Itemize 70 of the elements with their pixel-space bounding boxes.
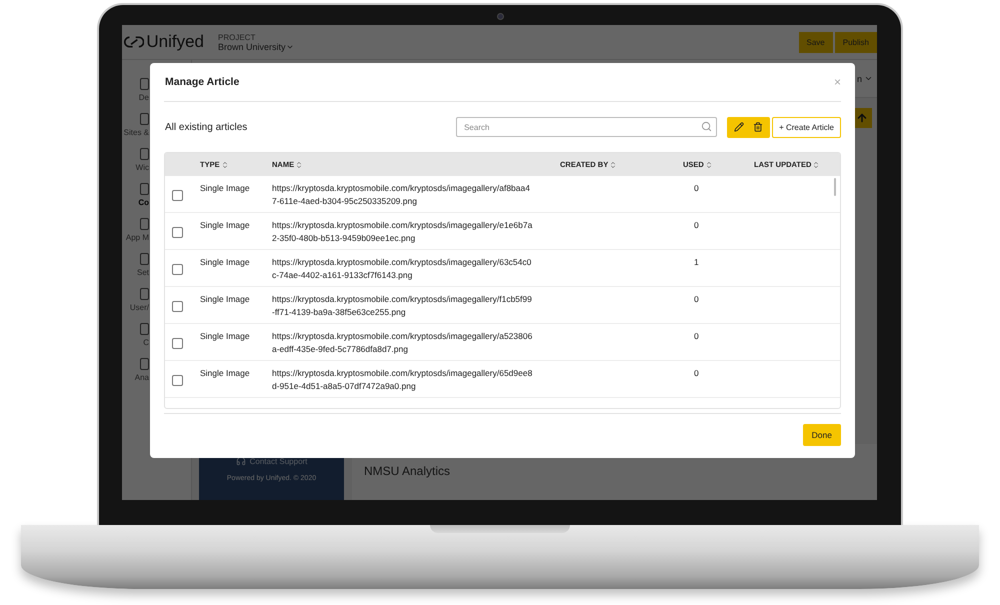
row-checkbox[interactable]	[172, 338, 183, 349]
used-cell-text: 0	[693, 293, 700, 306]
sort-icon	[609, 160, 618, 168]
search-icon	[701, 121, 712, 132]
name-cell-text: https://kryptosda.kryptosmobile.com/kryptosds/imagegallery/af8baa47-611e-4aed-b304-95c250335209.png	[272, 182, 531, 208]
nav-icon	[140, 218, 149, 230]
headset-icon	[236, 456, 246, 466]
sidebar-item[interactable]: Set	[136, 268, 149, 277]
dialog-title: Manage Article	[165, 76, 240, 88]
nav-icon	[140, 323, 149, 335]
logo-icon	[124, 34, 144, 50]
publish-button[interactable]: Publish	[834, 32, 877, 52]
caret-icon	[864, 74, 873, 83]
search-field[interactable]: Search	[456, 117, 718, 137]
trash-icon	[753, 122, 764, 132]
nav-icon	[140, 253, 149, 265]
used-cell-text: 0	[693, 219, 700, 232]
sidebar-item[interactable]: Sites &	[124, 128, 149, 137]
pencil-icon	[734, 122, 744, 132]
type-cell-text: Single Image	[200, 219, 251, 232]
used-cell-text: 0	[693, 182, 700, 195]
save-button[interactable]: Save	[798, 32, 833, 52]
type-cell-text: Single Image	[200, 182, 251, 195]
row-checkbox[interactable]	[172, 301, 183, 312]
logo-text: Unifyed	[146, 32, 204, 52]
done-button[interactable]: Done	[802, 424, 841, 446]
sidebar-item[interactable]: Co	[138, 198, 149, 207]
nav-icon	[140, 148, 149, 160]
close-button[interactable]: ×	[834, 75, 841, 89]
row-checkbox[interactable]	[172, 227, 183, 238]
row-checkbox[interactable]	[172, 190, 183, 201]
row-checkbox[interactable]	[172, 264, 183, 275]
nav-icon	[140, 113, 149, 125]
row-checkbox[interactable]	[172, 375, 183, 386]
type-cell-text: Single Image	[200, 367, 251, 380]
sidebar-item[interactable]: User/	[130, 303, 149, 312]
project-label: PROJECT	[218, 32, 256, 42]
name-cell-text: https://kryptosda.kryptosmobile.com/kryptosds/imagegallery/e1e6b7a2-35f0-480b-b513-9459b09ee1ec.png	[272, 219, 534, 245]
contact-support-link[interactable]: Contact Support	[236, 456, 308, 466]
scrollbar[interactable]	[834, 178, 836, 196]
section-title: NMSU Analytics	[364, 464, 450, 478]
list-title: All existing articles	[165, 122, 248, 132]
sidebar-item[interactable]: Wic	[136, 163, 149, 172]
arrow-up-icon	[856, 112, 868, 124]
name-cell-text: https://kryptosda.kryptosmobile.com/kryptosds/imagegallery/a523806a-edff-435e-9fed-5c7786dfa8d7.png	[272, 330, 534, 356]
project-dropdown[interactable]: Brown University	[218, 42, 294, 52]
name-cell-text: https://kryptosda.kryptosmobile.com/kryptosds/imagegallery/63c54c0c-74ae-4402-a161-9133cf7f6143.png	[272, 256, 532, 282]
nav-icon	[140, 288, 149, 300]
sidebar-item[interactable]: App M	[126, 233, 149, 242]
sort-icon	[220, 160, 229, 168]
camera-icon	[497, 13, 504, 20]
nav-icon	[140, 183, 149, 195]
sort-icon	[704, 160, 713, 168]
nav-icon	[140, 78, 149, 90]
used-cell-text: 0	[693, 367, 700, 380]
sort-icon	[812, 160, 820, 168]
name-cell-text: https://kryptosda.kryptosmobile.com/kryptosds/imagegallery/f1cb5f99-ff71-4139-ba9a-38f5e63ce255.png	[272, 293, 533, 319]
name-cell-text: https://kryptosda.kryptosmobile.com/kryptosds/imagegallery/65d9ee8d-951e-4d51-a8a5-07df7472a9a0.png	[272, 367, 534, 393]
type-cell-text: Single Image	[200, 256, 251, 269]
header-text: n	[856, 74, 862, 84]
used-cell-text: 1	[693, 256, 700, 269]
sort-icon	[295, 160, 304, 168]
sidebar-item[interactable]: De	[138, 93, 149, 102]
sidebar-item[interactable]: Ana	[134, 373, 149, 382]
sidebar-item[interactable]: C	[143, 338, 149, 347]
type-cell-text: Single Image	[200, 293, 251, 306]
used-cell-text: 0	[693, 330, 700, 343]
type-cell-text: Single Image	[200, 330, 251, 343]
nav-icon	[140, 358, 149, 370]
create-article-button[interactable]: + Create Article	[772, 116, 841, 138]
